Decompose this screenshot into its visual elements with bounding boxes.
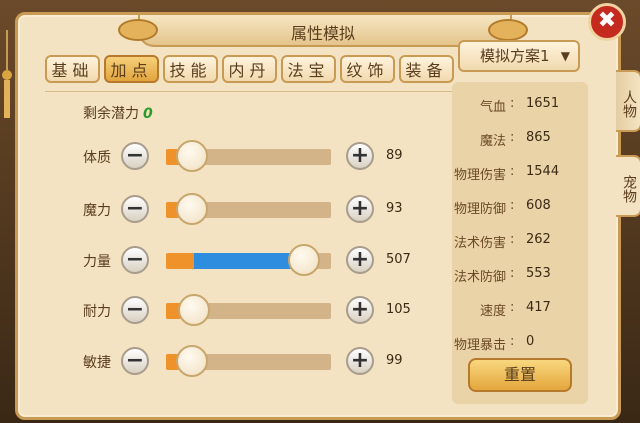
tab-skills[interactable]: 技能	[163, 55, 218, 83]
stat-separator: :	[510, 232, 515, 247]
strength-value: 507	[386, 252, 411, 267]
stat-name: 法术伤害	[453, 236, 506, 251]
remaining-potential: 剩余潜力 0	[83, 103, 153, 123]
stat-value: 262	[526, 232, 551, 247]
attribute-row-endurance: 耐力 − + 105	[78, 294, 438, 326]
tab-add-points[interactable]: 加点	[104, 55, 159, 83]
attribute-label: 敏捷	[83, 355, 111, 371]
stat-name: 气血	[479, 100, 506, 115]
attribute-label: 魔力	[83, 203, 111, 219]
decrease-agility-button[interactable]: −	[121, 347, 149, 375]
tassel-icon	[2, 30, 12, 118]
stat-separator: :	[510, 334, 515, 349]
stat-name: 法术防御	[453, 270, 506, 285]
stat-separator: :	[510, 164, 515, 179]
side-tab-pet[interactable]: 宠物	[616, 155, 640, 217]
stat-value: 1544	[526, 164, 560, 179]
stat-name: 物理防御	[453, 202, 506, 217]
stat-separator: :	[510, 130, 515, 145]
tab-treasure[interactable]: 法宝	[281, 55, 336, 83]
agility-value: 99	[386, 353, 403, 368]
increase-endurance-button[interactable]: +	[346, 296, 374, 324]
tab-bar: 基础 加点 技能 内丹 法宝 纹饰 装备	[45, 55, 454, 83]
close-icon[interactable]: ✖	[588, 3, 626, 41]
decrease-endurance-button[interactable]: −	[121, 296, 149, 324]
stat-separator: :	[510, 266, 515, 281]
slider-base-fill	[166, 253, 194, 269]
constitution-value: 89	[386, 148, 403, 163]
stat-name: 魔法	[479, 134, 506, 149]
attribute-label: 力量	[83, 254, 111, 270]
attribute-label: 耐力	[83, 304, 111, 320]
agility-slider-knob[interactable]	[176, 345, 208, 377]
tab-ornament[interactable]: 纹饰	[340, 55, 395, 83]
reset-button[interactable]: 重置	[468, 358, 572, 392]
decrease-constitution-button[interactable]: −	[121, 142, 149, 170]
slider-added-fill	[194, 253, 302, 269]
endurance-slider-knob[interactable]	[178, 294, 210, 326]
chevron-down-icon: ▼	[560, 49, 570, 63]
increase-strength-button[interactable]: +	[346, 246, 374, 274]
stat-value: 865	[526, 130, 551, 145]
stats-panel: 气血:1651 魔法:865 物理伤害:1544 物理防御:608 法术伤害:2…	[452, 82, 588, 404]
decrease-magic-button[interactable]: −	[121, 195, 149, 223]
stat-value: 1651	[526, 96, 560, 111]
stat-separator: :	[510, 198, 515, 213]
constitution-slider-knob[interactable]	[176, 140, 208, 172]
tab-equipment[interactable]: 装备	[399, 55, 454, 83]
stat-separator: :	[510, 300, 515, 315]
attribute-row-constitution: 体质 − + 89	[78, 140, 438, 172]
stat-value: 417	[526, 300, 551, 315]
stat-separator: :	[510, 96, 515, 111]
increase-constitution-button[interactable]: +	[346, 142, 374, 170]
stat-name: 物理暴击	[453, 338, 506, 353]
magic-value: 93	[386, 201, 403, 216]
potential-value: 0	[143, 106, 153, 122]
strength-slider-knob[interactable]	[288, 244, 320, 276]
tab-divider	[45, 91, 455, 92]
stat-value: 608	[526, 198, 551, 213]
attribute-row-magic: 魔力 − + 93	[78, 193, 438, 225]
decrease-strength-button[interactable]: −	[121, 246, 149, 274]
attribute-row-agility: 敏捷 − + 99	[78, 345, 438, 377]
side-tab-character[interactable]: 人物	[616, 70, 640, 132]
stat-value: 553	[526, 266, 551, 281]
potential-label: 剩余潜力	[83, 106, 139, 122]
tab-neidan[interactable]: 内丹	[222, 55, 277, 83]
magic-slider-knob[interactable]	[176, 193, 208, 225]
stat-name: 物理伤害	[453, 168, 506, 183]
increase-agility-button[interactable]: +	[346, 347, 374, 375]
stat-value: 0	[526, 334, 535, 349]
attribute-label: 体质	[83, 150, 111, 166]
attribute-row-strength: 力量 − + 507	[78, 244, 438, 276]
scheme-dropdown[interactable]: 模拟方案1 ▼	[458, 40, 580, 72]
tab-basic[interactable]: 基础	[45, 55, 100, 83]
stat-name: 速度	[479, 304, 506, 319]
endurance-value: 105	[386, 302, 411, 317]
increase-magic-button[interactable]: +	[346, 195, 374, 223]
scheme-label: 模拟方案1	[480, 47, 550, 65]
